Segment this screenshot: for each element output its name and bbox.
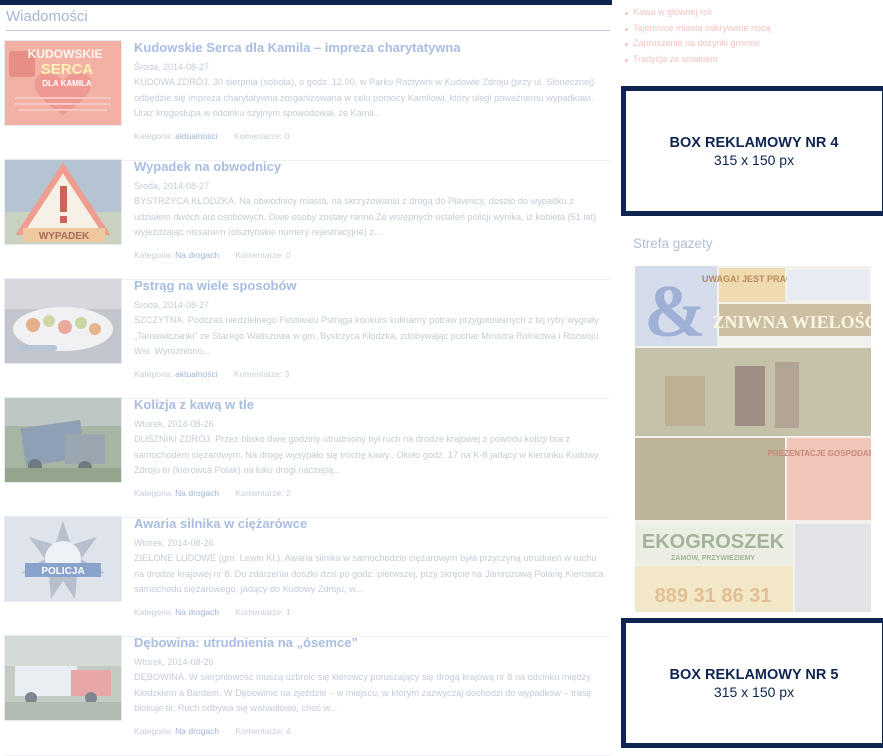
news-item: KUDOWSKIE SERCA DLA KAMILA Kudowskie Ser…	[4, 40, 610, 161]
news-item: Kolizja z kawą w tle Wtorek, 2014-08-26 …	[4, 397, 610, 518]
thumb-text-1: WYPADEK	[39, 231, 90, 242]
news-excerpt: DUSZNIKI ZDRÓJ. Przez blisko dwie godzin…	[134, 434, 599, 475]
news-meta: Kategoria: aktualności Komentarze: 0	[134, 131, 289, 141]
news-meta: Kategoria: Na drogach Komentarze: 1	[134, 607, 291, 617]
phone-text: 889 31 86 31	[655, 585, 772, 607]
thumbnail-image: POLICJA	[5, 517, 121, 601]
thumbnail-image	[5, 398, 121, 482]
news-title-link[interactable]: Dębowina: utrudnienia na „ósemce”	[134, 635, 358, 650]
news-excerpt: BYSTRZYCA KŁODZKA. Na obwodnicy miasta, …	[134, 196, 597, 237]
category-label: Kategoria:	[134, 488, 173, 498]
news-thumbnail[interactable]	[4, 278, 122, 364]
news-date: Środa, 2014-08-27	[134, 300, 210, 310]
category-label: Kategoria:	[134, 607, 173, 617]
comments-link[interactable]: Komentarze: 4	[235, 726, 290, 736]
comments-link[interactable]: Komentarze: 0	[234, 131, 289, 141]
news-title-link[interactable]: Pstrąg na wiele sposobów	[134, 278, 297, 293]
news-excerpt: ZIELONE LUDOWE (gm. Lewin Kł.). Awaria s…	[134, 553, 604, 594]
newspaper-cover[interactable]: & UWAGA! JEST PRACA! ŻNIWNA WIELOŚĆ PREZ…	[635, 266, 871, 612]
comments-link[interactable]: Komentarze: 2	[235, 488, 290, 498]
thumbnail-image: KUDOWSKIE SERCA DLA KAMILA	[5, 41, 121, 125]
news-thumbnail[interactable]	[4, 397, 122, 483]
category-link[interactable]: aktualności	[175, 131, 218, 141]
comments-link[interactable]: Komentarze: 0	[235, 250, 290, 260]
related-link[interactable]: Zaproszenie na dożynki gminne	[625, 38, 771, 54]
news-item: Pstrąg na wiele sposobów Środa, 2014-08-…	[4, 278, 610, 399]
thumb-text-1: KUDOWSKIE	[28, 47, 103, 61]
related-link[interactable]: Kawa w głównej roli	[625, 7, 771, 23]
logo-glyph: &	[644, 271, 706, 353]
news-date: Środa, 2014-08-27	[134, 181, 210, 191]
news-date: Wtorek, 2014-08-26	[134, 419, 214, 429]
strefa-gazety-title: Strefa gazety	[633, 236, 713, 251]
news-date: Środa, 2014-08-27	[134, 62, 210, 72]
news-date: Wtorek, 2014-08-26	[134, 538, 214, 548]
news-thumbnail[interactable]: KUDOWSKIE SERCA DLA KAMILA	[4, 40, 122, 126]
banner-text: EKOGROSZEK	[642, 531, 785, 553]
news-item: WYPADEK Wypadek na obwodnicy Środa, 2014…	[4, 159, 610, 280]
news-section: Wiadomości KUDOWSKIE SERCA DLA KAMILA Ku…	[0, 0, 612, 756]
thumb-text-2: SERCA	[41, 61, 94, 78]
news-excerpt: KUDOWA ZDRÓJ. 30 sierpnia (sobota), o go…	[134, 77, 595, 118]
news-meta: Kategoria: Na drogach Komentarze: 2	[134, 488, 291, 498]
thumbnail-image: WYPADEK	[5, 160, 121, 244]
ad-title: BOX REKLAMOWY NR 5	[669, 666, 839, 683]
news-thumbnail[interactable]	[4, 635, 122, 721]
newspaper-cover-image: & UWAGA! JEST PRACA! ŻNIWNA WIELOŚĆ PREZ…	[635, 266, 871, 612]
news-title-link[interactable]: Kolizja z kawą w tle	[134, 397, 254, 412]
section-title: Wiadomości	[6, 8, 610, 31]
category-label: Kategoria:	[134, 726, 173, 736]
banner-sub-text: ZAMÓW, PRZYWIEZIEMY	[671, 553, 755, 562]
news-title-link[interactable]: Wypadek na obwodnicy	[134, 159, 281, 174]
news-excerpt: DĘBOWINA. W sierpniowość muszą uzbroić s…	[134, 672, 592, 713]
thumbnail-image	[5, 279, 121, 363]
related-links-list: Kawa w głównej roli Tajemnice miasta odk…	[625, 0, 771, 69]
news-meta: Kategoria: Na drogach Komentarze: 4	[134, 726, 291, 736]
news-title-link[interactable]: Kudowskie Serca dla Kamila – impreza cha…	[134, 40, 461, 55]
category-link[interactable]: Na drogach	[175, 607, 219, 617]
news-item: POLICJA Awaria silnika w ciężarówce Wtor…	[4, 516, 610, 637]
category-link[interactable]: Na drogach	[175, 250, 219, 260]
news-title-link[interactable]: Awaria silnika w ciężarówce	[134, 516, 307, 531]
category-label: Kategoria:	[134, 250, 173, 260]
promo-text: PREZENTACJE GOSPODARCZE	[768, 449, 871, 458]
comments-link[interactable]: Komentarze: 3	[234, 369, 289, 379]
ad-title: BOX REKLAMOWY NR 4	[669, 134, 839, 151]
thumb-text-1: POLICJA	[41, 566, 84, 577]
category-link[interactable]: Na drogach	[175, 488, 219, 498]
category-label: Kategoria:	[134, 369, 173, 379]
thumbnail-image	[5, 636, 121, 720]
related-link[interactable]: Tajemnice miasta odkrywane nocą	[625, 23, 771, 39]
ad-box-4[interactable]: BOX REKLAMOWY NR 4 315 x 150 px	[621, 86, 883, 216]
news-thumbnail[interactable]: WYPADEK	[4, 159, 122, 245]
category-link[interactable]: aktualności	[175, 369, 218, 379]
news-meta: Kategoria: Na drogach Komentarze: 0	[134, 250, 291, 260]
sidebar: Kawa w głównej roli Tajemnice miasta odk…	[619, 0, 883, 748]
ad-size: 315 x 150 px	[713, 151, 795, 168]
news-excerpt: SZCZYTNA. Podczas niedzielnego Festiwalu…	[134, 315, 599, 356]
ad-size: 315 x 150 px	[713, 683, 795, 700]
headline-text: ŻNIWNA WIELOŚĆ	[712, 311, 871, 332]
news-date: Wtorek, 2014-08-26	[134, 657, 214, 667]
related-link[interactable]: Tradycja ze smakiem	[625, 54, 771, 70]
category-label: Kategoria:	[134, 131, 173, 141]
news-meta: Kategoria: aktualności Komentarze: 3	[134, 369, 289, 379]
news-thumbnail[interactable]: POLICJA	[4, 516, 122, 602]
thumb-text-3: DLA KAMILA	[42, 79, 92, 88]
category-link[interactable]: Na drogach	[175, 726, 219, 736]
ad-box-5[interactable]: BOX REKLAMOWY NR 5 315 x 150 px	[621, 618, 883, 748]
comments-link[interactable]: Komentarze: 1	[235, 607, 290, 617]
